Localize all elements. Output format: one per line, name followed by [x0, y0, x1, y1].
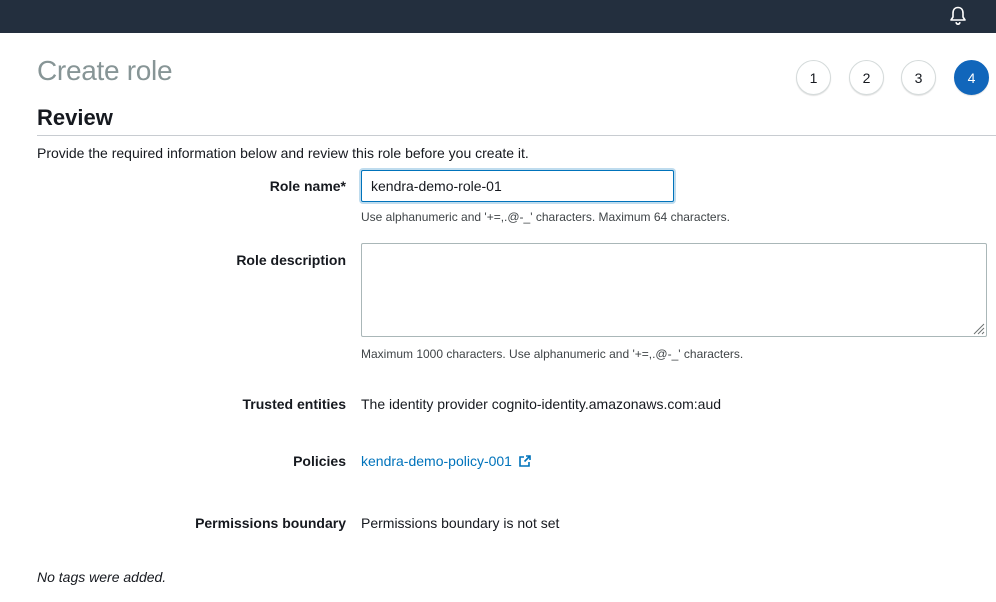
- trusted-entities-value: The identity provider cognito-identity.a…: [361, 396, 722, 412]
- role-name-input[interactable]: [361, 170, 674, 202]
- bell-icon[interactable]: [948, 5, 968, 27]
- top-nav-bar: [0, 0, 996, 33]
- review-intro: Provide the required information below a…: [37, 145, 529, 161]
- divider: [37, 135, 996, 136]
- role-name-label: Role name*: [269, 178, 346, 194]
- page-title: Create role: [37, 55, 173, 86]
- step-1[interactable]: 1: [796, 60, 831, 95]
- step-4-active[interactable]: 4: [954, 60, 989, 95]
- policy-link[interactable]: kendra-demo-policy-001: [361, 453, 532, 469]
- no-tags-message: No tags were added.: [37, 569, 167, 585]
- policy-link-text[interactable]: kendra-demo-policy-001: [361, 453, 512, 469]
- policies-label: Policies: [293, 453, 346, 469]
- role-description-label: Role description: [236, 252, 346, 268]
- review-heading: Review: [37, 105, 113, 130]
- step-2[interactable]: 2: [849, 60, 884, 95]
- role-name-hint: Use alphanumeric and '+=,.@-_' character…: [361, 210, 730, 224]
- step-3[interactable]: 3: [901, 60, 936, 95]
- resize-grip-icon[interactable]: [972, 322, 985, 335]
- role-description-hint: Maximum 1000 characters. Use alphanumeri…: [361, 347, 744, 361]
- permissions-boundary-value: Permissions boundary is not set: [361, 515, 560, 531]
- external-link-icon[interactable]: [518, 454, 532, 468]
- role-description-textarea[interactable]: [361, 243, 987, 337]
- trusted-entities-label: Trusted entities: [242, 396, 346, 412]
- permissions-boundary-label: Permissions boundary: [195, 515, 346, 531]
